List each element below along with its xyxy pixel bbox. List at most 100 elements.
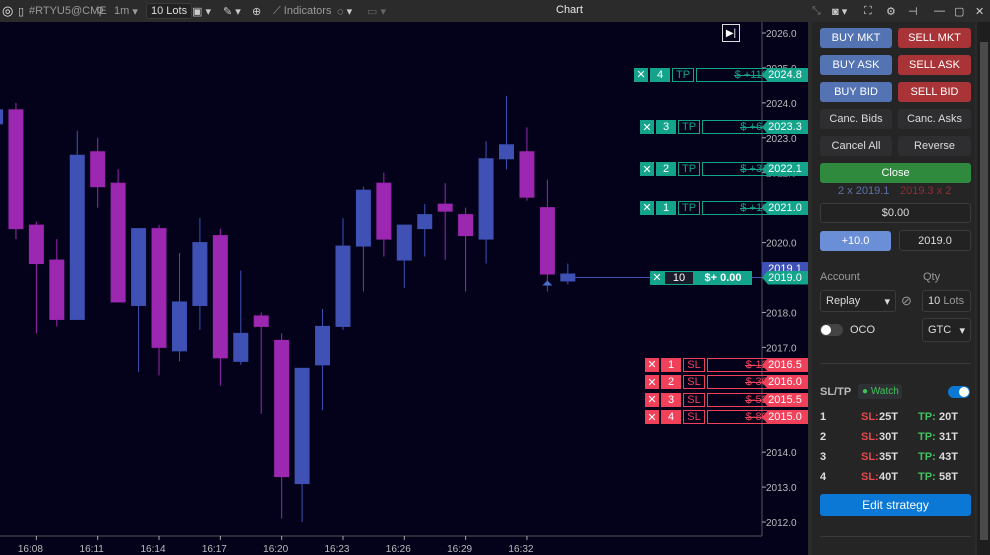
sell-market-button[interactable]: SELL MKT	[898, 28, 971, 48]
cancel-order-icon[interactable]: ✕	[640, 162, 654, 177]
sell-bid-button[interactable]: SELL BID	[898, 82, 971, 102]
sltp-row-index: 4	[820, 471, 827, 483]
offset-button[interactable]: +10.0	[820, 231, 891, 251]
close-position-icon[interactable]: ✕	[650, 270, 664, 285]
watch-badge[interactable]: ● Watch	[858, 384, 902, 399]
candle-body	[417, 214, 433, 230]
minimize-icon[interactable]: —	[934, 0, 945, 22]
divider	[820, 536, 971, 537]
account-value: Replay	[826, 295, 861, 307]
order-price-tag[interactable]: 2023.3	[762, 120, 808, 135]
candle-body	[8, 109, 24, 230]
order-price-tag[interactable]: 2015.5	[762, 392, 808, 407]
app-logo-icon[interactable]: ◎	[2, 0, 13, 22]
cancel-order-icon[interactable]: ✕	[645, 392, 659, 407]
pin-icon[interactable]: ⊣	[908, 0, 918, 22]
camera-icon[interactable]: ◙ ▾	[832, 0, 847, 22]
cancel-asks-button[interactable]: Canc. Asks	[898, 109, 971, 129]
cancel-order-icon[interactable]: ✕	[645, 410, 659, 425]
buy-bid-button[interactable]: BUY BID	[820, 82, 892, 102]
time-tick-label: 16:26	[386, 544, 411, 555]
sltp-toggle[interactable]	[948, 386, 970, 398]
sl-value: 35T	[879, 451, 898, 463]
scrollbar-thumb[interactable]	[980, 42, 988, 540]
window-title: Chart	[556, 4, 583, 16]
order-number: 3	[656, 120, 676, 135]
zoom-icon[interactable]: ⊕	[252, 0, 261, 22]
sl-label: SL:	[861, 431, 879, 443]
cancel-order-icon[interactable]: ✕	[640, 200, 654, 215]
cancel-order-icon[interactable]: ✕	[645, 357, 659, 372]
scroll-to-end-icon[interactable]: ▶|	[722, 24, 740, 42]
candle-body	[294, 367, 310, 485]
symbol-label[interactable]: #RTYU5@CME	[29, 0, 107, 22]
order-price-tag[interactable]: 2016.0	[762, 375, 808, 390]
candlestick-chart[interactable]: 2026.02025.02024.02023.02022.02021.02020…	[0, 22, 808, 555]
candle-body	[478, 158, 494, 240]
bid-quote: 2 x 2019.1	[838, 185, 890, 197]
edit-strategy-button[interactable]: Edit strategy	[820, 494, 971, 516]
order-price-tag[interactable]: 2016.5	[762, 357, 808, 372]
chart-area[interactable]: 2026.02025.02024.02023.02022.02021.02020…	[0, 22, 808, 555]
close-position-button[interactable]: Close	[820, 163, 971, 183]
sl-label: SL:	[861, 471, 879, 483]
price-tick-label: 2024.0	[766, 99, 797, 110]
order-price-tag[interactable]: 2022.1	[762, 162, 808, 177]
indicators-label: Indicators	[283, 5, 332, 17]
reverse-button[interactable]: Reverse	[898, 136, 971, 156]
window-icon[interactable]: ▭ ▾	[367, 0, 386, 22]
position-qty: 10	[664, 270, 694, 285]
sl-label: SL:	[861, 411, 879, 423]
sltp-row-index: 1	[820, 411, 827, 423]
lots-value: 10 Lots	[146, 3, 193, 19]
chart-type-icon[interactable]: ▣ ▾	[192, 0, 211, 22]
cancel-order-icon[interactable]: ✕	[634, 67, 648, 82]
watch-label: Watch	[870, 386, 899, 397]
price-tick-label: 2018.0	[766, 308, 797, 319]
fullscreen-icon[interactable]: ⛶	[864, 0, 872, 22]
buy-market-button[interactable]: BUY MKT	[820, 28, 892, 48]
gear-icon[interactable]: ⚙	[886, 0, 896, 22]
time-tick-label: 16:32	[508, 544, 533, 555]
cancel-order-icon[interactable]: ✕	[640, 120, 654, 135]
order-number: 1	[656, 200, 676, 215]
cancel-order-icon[interactable]: ✕	[645, 375, 659, 390]
oco-toggle[interactable]	[820, 324, 843, 336]
timeframe-select[interactable]: 1m ▾	[114, 0, 138, 22]
cancel-bids-button[interactable]: Canc. Bids	[820, 109, 892, 129]
order-price-tag[interactable]: 2021.0	[762, 200, 808, 215]
candle-body	[396, 224, 412, 261]
account-select[interactable]: Replay ▾	[820, 290, 896, 312]
candle-body	[28, 224, 44, 265]
order-price-tag[interactable]: 2015.0	[762, 410, 808, 425]
sell-ask-button[interactable]: SELL ASK	[898, 55, 971, 75]
order-price-tag[interactable]: 2024.8	[762, 67, 808, 82]
maximize-icon[interactable]: ▢	[954, 0, 964, 22]
cancel-all-button[interactable]: Cancel All	[820, 136, 892, 156]
order-number: 3	[661, 392, 681, 407]
order-number: 2	[661, 375, 681, 390]
order-type: TP	[678, 200, 700, 215]
close-icon[interactable]: ✕	[975, 0, 984, 22]
order-type: TP	[678, 120, 700, 135]
pencil-icon[interactable]: ✎ ▾	[223, 0, 241, 22]
buy-ask-button[interactable]: BUY ASK	[820, 55, 892, 75]
indicators-button[interactable]: ⟋ Indicators	[273, 0, 331, 22]
lots-field[interactable]: 10 Lots	[146, 0, 193, 22]
candle-body	[212, 235, 228, 359]
eye-slash-icon[interactable]: ⊘	[901, 293, 912, 309]
tif-select[interactable]: GTC ▾	[922, 318, 971, 342]
search-icon[interactable]: ⚲	[96, 0, 104, 22]
price-input[interactable]: 2019.0	[899, 230, 971, 251]
candle-body	[171, 301, 187, 352]
crosshair-icon[interactable]: ◌ ▾	[337, 0, 352, 22]
order-number: 4	[661, 410, 681, 425]
tp-label: TP:	[918, 451, 936, 463]
candle-body	[335, 245, 351, 327]
tp-value: 31T	[939, 431, 958, 443]
price-tick-label: 2026.0	[766, 29, 797, 40]
link-icon[interactable]: ▯	[18, 0, 24, 22]
collapse-icon[interactable]: ⤡	[812, 0, 821, 22]
qty-value: 10	[928, 295, 941, 307]
qty-input[interactable]: 10 Lots	[922, 290, 971, 312]
